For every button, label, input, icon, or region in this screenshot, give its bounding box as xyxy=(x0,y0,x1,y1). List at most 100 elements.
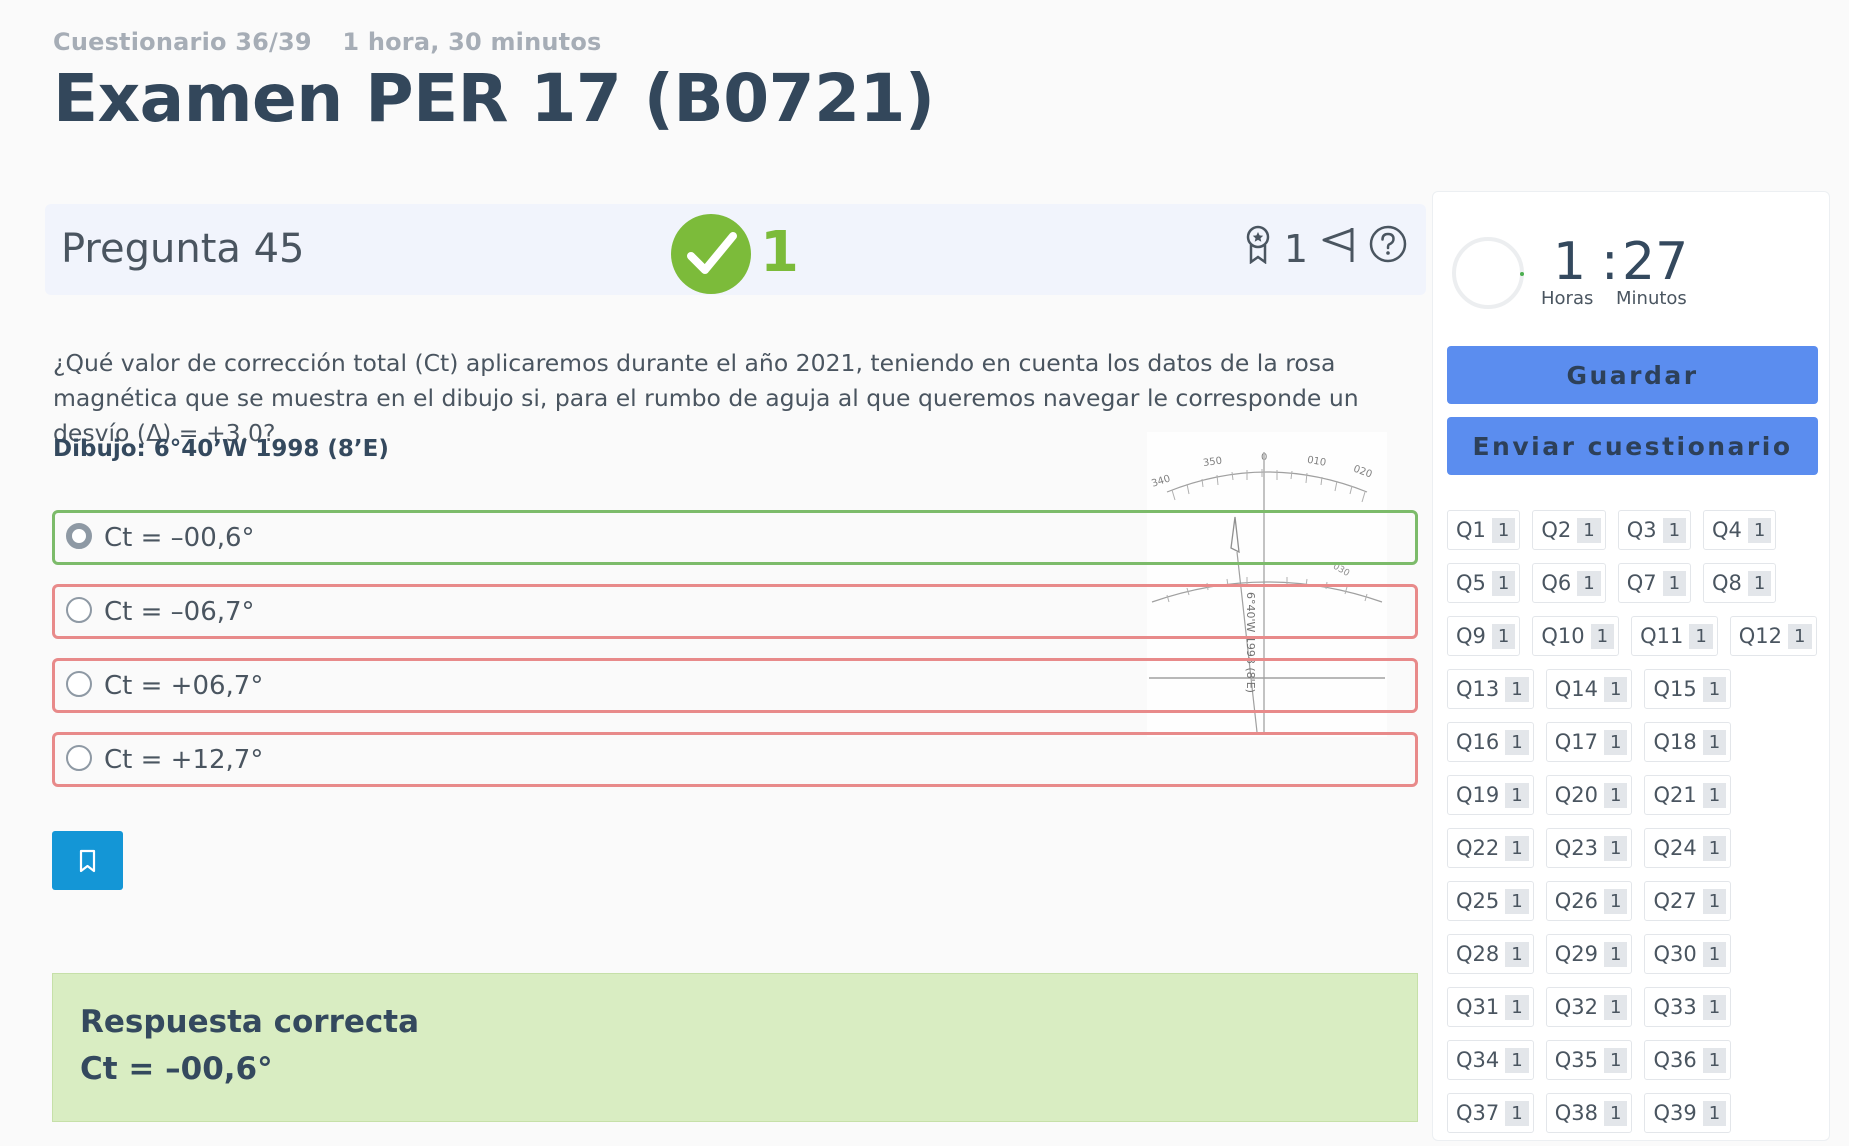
question-nav-points: 1 xyxy=(1603,676,1628,702)
question-nav-points: 1 xyxy=(1577,570,1601,596)
quiz-duration: 1 hora, 30 minutos xyxy=(342,28,602,56)
drawing-tick: 020 xyxy=(1352,464,1374,481)
question-nav-item[interactable]: Q37 1 xyxy=(1447,1093,1534,1133)
question-nav-item[interactable]: Q13 1 xyxy=(1447,669,1534,709)
question-nav-item[interactable]: Q10 1 xyxy=(1532,616,1620,656)
question-nav-points: 1 xyxy=(1702,676,1727,702)
question-nav-label: Q10 xyxy=(1541,624,1585,648)
question-nav-item[interactable]: Q20 1 xyxy=(1545,775,1633,815)
question-nav-points: 1 xyxy=(1603,782,1628,808)
question-nav-row: Q25 1 Q26 1 Q27 1 xyxy=(1447,881,1827,934)
radio-button[interactable] xyxy=(66,523,92,549)
question-nav-row: Q9 1 Q10 1 Q11 1 Q12 1 xyxy=(1447,616,1827,669)
question-nav-points: 1 xyxy=(1702,941,1727,967)
question-nav-item[interactable]: Q39 1 xyxy=(1644,1093,1732,1133)
question-nav-item[interactable]: Q17 1 xyxy=(1545,722,1633,762)
answer-option[interactable]: Ct = –06,7° xyxy=(52,584,1418,639)
question-nav-item[interactable]: Q4 1 xyxy=(1703,510,1777,550)
submit-quiz-button[interactable]: Enviar cuestionario xyxy=(1447,417,1818,475)
question-nav-item[interactable]: Q22 1 xyxy=(1447,828,1534,868)
question-nav-item[interactable]: Q19 1 xyxy=(1447,775,1534,815)
question-nav-item[interactable]: Q8 1 xyxy=(1703,563,1777,603)
answer-option[interactable]: Ct = +06,7° xyxy=(52,658,1418,713)
question-nav-item[interactable]: Q27 1 xyxy=(1644,881,1732,921)
answer-option[interactable]: Ct = +12,7° xyxy=(52,732,1418,787)
correct-answer-panel: Respuesta correcta Ct = –00,6° xyxy=(52,973,1418,1122)
question-nav-label: Q21 xyxy=(1653,783,1697,807)
question-nav-label: Q9 xyxy=(1456,624,1486,648)
answer-option[interactable]: Ct = –00,6° xyxy=(52,510,1418,565)
question-nav-points: 1 xyxy=(1505,994,1529,1020)
question-nav-item[interactable]: Q15 1 xyxy=(1644,669,1732,709)
bookmark-button[interactable] xyxy=(52,831,123,890)
drawing-tick: 350 xyxy=(1202,456,1222,470)
question-nav-points: 1 xyxy=(1702,1100,1727,1126)
question-nav-points: 1 xyxy=(1603,994,1628,1020)
question-nav-item[interactable]: Q3 1 xyxy=(1617,510,1692,550)
question-nav-label: Q13 xyxy=(1456,677,1500,701)
question-nav-item[interactable]: Q14 1 xyxy=(1545,669,1633,709)
quiz-sidebar: 1 : 27 Horas Minutos Guardar Enviar cues… xyxy=(1432,191,1830,1141)
help-icon[interactable] xyxy=(1368,224,1408,273)
question-nav-row: Q19 1 Q20 1 Q21 1 xyxy=(1447,775,1827,828)
question-nav-item[interactable]: Q18 1 xyxy=(1644,722,1732,762)
question-score: 1 xyxy=(760,220,799,285)
quiz-progress: Cuestionario 36/39 xyxy=(53,28,312,56)
question-nav-item[interactable]: Q25 1 xyxy=(1447,881,1534,921)
question-nav-item[interactable]: Q29 1 xyxy=(1545,934,1633,974)
question-nav-row: Q34 1 Q35 1 Q36 1 xyxy=(1447,1040,1827,1093)
flag-icon[interactable] xyxy=(1320,224,1356,273)
question-nav-item[interactable]: Q28 1 xyxy=(1447,934,1534,974)
radio-button[interactable] xyxy=(66,597,92,623)
radio-button[interactable] xyxy=(66,745,92,771)
question-nav-item[interactable]: Q16 1 xyxy=(1447,722,1534,762)
question-title: Pregunta 45 xyxy=(61,226,305,272)
question-nav-item[interactable]: Q21 1 xyxy=(1644,775,1732,815)
question-nav-item[interactable]: Q11 1 xyxy=(1631,616,1718,656)
question-nav-item[interactable]: Q23 1 xyxy=(1545,828,1633,868)
question-nav-label: Q3 xyxy=(1626,518,1657,542)
page-title: Examen PER 17 (B0721) xyxy=(53,60,935,137)
question-nav-row: Q13 1 Q14 1 Q15 1 xyxy=(1447,669,1827,722)
radio-button[interactable] xyxy=(66,671,92,697)
question-nav-item[interactable]: Q24 1 xyxy=(1644,828,1732,868)
question-nav-item[interactable]: Q7 1 xyxy=(1617,563,1692,603)
question-nav-label: Q22 xyxy=(1456,836,1500,860)
question-nav-label: Q30 xyxy=(1653,942,1697,966)
question-nav-item[interactable]: Q2 1 xyxy=(1532,510,1606,550)
question-nav-item[interactable]: Q26 1 xyxy=(1545,881,1633,921)
question-nav-points: 1 xyxy=(1603,888,1628,914)
question-nav-item[interactable]: Q6 1 xyxy=(1532,563,1606,603)
question-nav-points: 1 xyxy=(1603,835,1628,861)
question-nav-points: 1 xyxy=(1702,994,1727,1020)
question-nav-item[interactable]: Q38 1 xyxy=(1545,1093,1633,1133)
question-nav-item[interactable]: Q12 1 xyxy=(1729,616,1817,656)
question-nav-item[interactable]: Q31 1 xyxy=(1447,987,1534,1027)
question-nav-label: Q39 xyxy=(1653,1101,1697,1125)
question-nav-item[interactable]: Q30 1 xyxy=(1644,934,1732,974)
timer-minutes: 27 xyxy=(1622,232,1689,292)
question-navigator: Q1 1 Q2 1 Q3 1 Q4 1 Q5 1 Q6 1 Q7 1 Q8 1 Q9 1 Q10 1 Q11 1 Q12 1 Q… xyxy=(1447,510,1827,1146)
question-nav-points: 1 xyxy=(1505,676,1529,702)
question-nav-item[interactable]: Q9 1 xyxy=(1447,616,1521,656)
save-button[interactable]: Guardar xyxy=(1447,346,1818,404)
question-nav-points: 1 xyxy=(1702,729,1727,755)
question-nav-item[interactable]: Q35 1 xyxy=(1545,1040,1633,1080)
question-nav-points: 1 xyxy=(1702,782,1727,808)
question-tools: 1 xyxy=(1244,224,1408,273)
question-nav-item[interactable]: Q34 1 xyxy=(1447,1040,1534,1080)
correct-answer-heading: Respuesta correcta xyxy=(80,1004,420,1040)
question-nav-points: 1 xyxy=(1603,1047,1628,1073)
question-nav-item[interactable]: Q5 1 xyxy=(1447,563,1521,603)
question-nav-label: Q38 xyxy=(1554,1101,1598,1125)
question-nav-label: Q26 xyxy=(1554,889,1598,913)
question-nav-label: Q35 xyxy=(1554,1048,1598,1072)
question-nav-item[interactable]: Q33 1 xyxy=(1644,987,1732,1027)
question-nav-row: Q16 1 Q17 1 Q18 1 xyxy=(1447,722,1827,775)
question-nav-item[interactable]: Q1 1 xyxy=(1447,510,1521,550)
question-points: 1 xyxy=(1283,226,1308,271)
question-nav-row: Q5 1 Q6 1 Q7 1 Q8 1 xyxy=(1447,563,1827,616)
question-nav-label: Q15 xyxy=(1653,677,1697,701)
question-nav-item[interactable]: Q36 1 xyxy=(1644,1040,1732,1080)
question-nav-item[interactable]: Q32 1 xyxy=(1545,987,1633,1027)
